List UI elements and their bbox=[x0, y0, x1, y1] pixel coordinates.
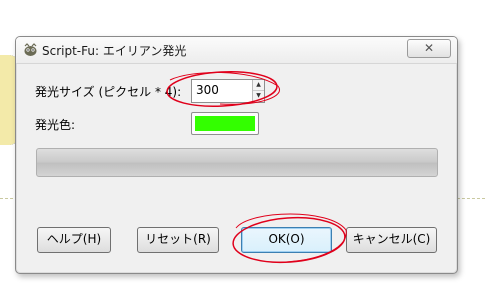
spin-buttons: ▲ ▼ bbox=[252, 80, 264, 102]
close-icon: ✕ bbox=[423, 41, 435, 55]
glow-color-label: 発光色: bbox=[35, 118, 76, 132]
gimp-icon bbox=[24, 43, 37, 56]
cancel-button-label: キャンセル(C) bbox=[352, 232, 431, 246]
close-button[interactable]: ✕ bbox=[407, 39, 451, 58]
color-swatch bbox=[195, 116, 255, 131]
reset-button-label: リセット(R) bbox=[145, 232, 211, 246]
glow-size-value[interactable]: 300 bbox=[196, 83, 219, 97]
script-fu-dialog: Script-Fu: エイリアン発光 ✕ 発光サイズ (ピクセル * 4): 3… bbox=[15, 36, 458, 274]
glow-size-label: 発光サイズ (ピクセル * 4): bbox=[35, 85, 182, 99]
window-title: Script-Fu: エイリアン発光 bbox=[42, 44, 187, 58]
spin-up-icon[interactable]: ▲ bbox=[253, 80, 264, 91]
help-button[interactable]: ヘルプ(H) bbox=[37, 227, 111, 253]
reset-button[interactable]: リセット(R) bbox=[137, 227, 219, 253]
ok-button[interactable]: OK(O) bbox=[241, 227, 332, 253]
title-bar[interactable]: Script-Fu: エイリアン発光 ✕ bbox=[16, 37, 457, 64]
progress-bar bbox=[36, 148, 438, 177]
cancel-button[interactable]: キャンセル(C) bbox=[346, 227, 437, 253]
glow-size-spinbox[interactable]: 300 ▲ ▼ bbox=[191, 79, 265, 103]
spin-down-icon[interactable]: ▼ bbox=[253, 91, 264, 101]
help-button-label: ヘルプ(H) bbox=[46, 232, 102, 246]
glow-color-button[interactable] bbox=[191, 112, 259, 135]
ok-button-label: OK(O) bbox=[268, 232, 305, 246]
